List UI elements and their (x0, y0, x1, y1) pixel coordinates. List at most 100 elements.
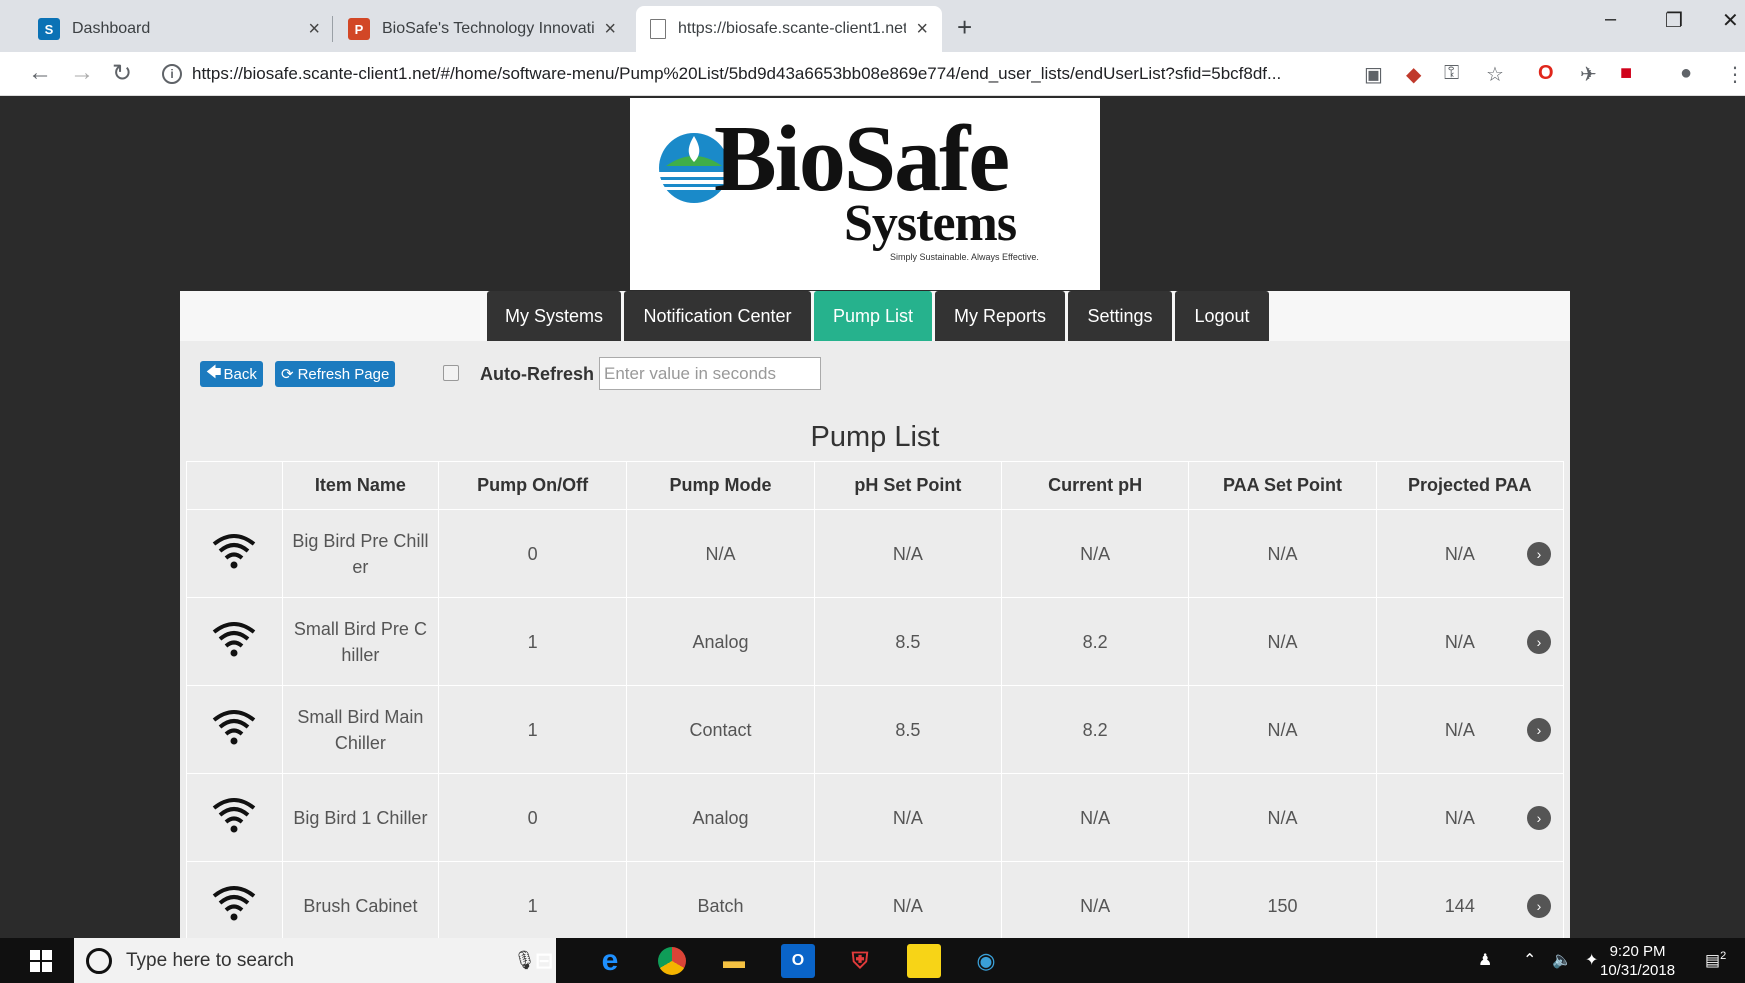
tab-technology-innovation[interactable]: P BioSafe's Technology Innovation × (334, 6, 630, 52)
logo-subtitle: Systems (844, 195, 1017, 252)
table-row[interactable]: Brush Cabinet 1 Batch N/A N/A 150 144 › (186, 861, 1565, 938)
paa-set-point: N/A (1188, 773, 1377, 862)
close-window-icon[interactable]: ✕ (1722, 8, 1739, 33)
lock-extension-icon[interactable]: ■ (1620, 62, 1632, 85)
notification-center-icon[interactable]: ▤2 (1705, 950, 1726, 970)
auto-refresh-seconds-input[interactable] (599, 357, 821, 390)
nav-my-systems[interactable]: My Systems (487, 291, 621, 341)
nav-my-reports[interactable]: My Reports (935, 291, 1065, 341)
dropbox-icon[interactable]: ✦ (1585, 950, 1598, 970)
auto-refresh-checkbox[interactable] (443, 365, 459, 381)
url-text: https://biosafe.scante-client1.net/#/hom… (192, 64, 1282, 83)
menu-icon[interactable]: ⋮ (1725, 62, 1745, 87)
projected-paa: N/A (1444, 719, 1475, 740)
nav-settings[interactable]: Settings (1068, 291, 1172, 341)
volume-icon[interactable]: 🔈 (1552, 950, 1572, 970)
ph-set-point: N/A (813, 861, 1003, 938)
info-icon[interactable]: i (162, 64, 182, 84)
pump-mode: Analog (626, 773, 815, 862)
ph-set-point: N/A (813, 773, 1003, 862)
chevron-right-icon[interactable]: › (1527, 629, 1551, 654)
tab-dashboard[interactable]: S Dashboard × (24, 6, 334, 52)
nav-notification-center[interactable]: Notification Center (624, 291, 811, 341)
col-header-paa-set-point: PAA Set Point (1188, 461, 1377, 510)
logo-wordmark: BioSafe (714, 107, 1010, 211)
security-shield-icon[interactable]: ⛨ (843, 944, 877, 978)
pump-mode: Batch (626, 861, 815, 938)
current-ph: 8.2 (1001, 685, 1190, 774)
address-bar[interactable]: i https://biosafe.scante-client1.net/#/h… (162, 60, 1362, 88)
taskbar-clock[interactable]: 9:20 PM 10/31/2018 (1600, 942, 1675, 980)
back-arrow-icon[interactable]: ← (28, 59, 52, 87)
projected-paa-cell: N/A › (1375, 685, 1565, 774)
projected-paa-cell: N/A › (1375, 773, 1565, 862)
close-tab-icon[interactable]: × (604, 18, 616, 41)
profile-icon[interactable]: ● (1680, 62, 1692, 85)
table-row[interactable]: Big Bird Pre Chiller 0 N/A N/A N/A N/A N… (186, 509, 1565, 598)
chevron-right-icon[interactable]: › (1527, 717, 1551, 742)
reload-icon[interactable]: ↻ (112, 59, 132, 88)
chevron-right-icon[interactable]: › (1527, 541, 1551, 566)
windows-taskbar: Type here to search 🎙 ⊟ e ▬ O ⛨ ◉ ♟ ⌃ 🔈 … (0, 938, 1745, 983)
cast-icon[interactable]: ▣ (1364, 62, 1383, 87)
pump-mode: N/A (626, 509, 815, 598)
nav-logout[interactable]: Logout (1175, 291, 1269, 341)
projected-paa-cell: 144 › (1375, 861, 1565, 938)
logo-tagline: Simply Sustainable. Always Effective. (890, 252, 1039, 262)
task-view-icon[interactable]: ⊟ (527, 944, 561, 978)
pump-on-off: 1 (437, 685, 628, 774)
page-icon (650, 19, 666, 39)
wifi-icon (186, 861, 283, 938)
back-label: Back (223, 365, 257, 383)
chevron-right-icon[interactable]: › (1527, 805, 1551, 830)
tab-biosafe-active[interactable]: https://biosafe.scante-client1.net × (636, 6, 942, 52)
windows-start-icon[interactable] (30, 950, 52, 972)
projected-paa: N/A (1444, 543, 1475, 564)
outlook-icon[interactable]: O (781, 944, 815, 978)
edge-icon[interactable]: e (593, 944, 627, 978)
clock-time: 9:20 PM (1609, 943, 1666, 960)
pump-on-off: 0 (437, 509, 628, 598)
nav-pump-list[interactable]: Pump List (814, 291, 932, 341)
opera-icon[interactable]: O (1538, 62, 1554, 85)
extension-icon[interactable]: ◆ (1406, 62, 1421, 87)
col-header-ph-set-point: pH Set Point (813, 461, 1003, 510)
close-tab-icon[interactable]: × (308, 18, 320, 41)
table-row[interactable]: Small Bird Pre Chiller 1 Analog 8.5 8.2 … (186, 597, 1565, 686)
ph-set-point: N/A (813, 509, 1003, 598)
refresh-label: Refresh Page (297, 365, 390, 383)
pump-list-table: Item Name Pump On/Off Pump Mode pH Set P… (186, 461, 1565, 938)
content-panel: My Systems Notification Center Pump List… (180, 291, 1570, 938)
table-header-row: Item Name Pump On/Off Pump Mode pH Set P… (186, 461, 1565, 510)
paa-set-point: N/A (1188, 597, 1377, 686)
tab-title: https://biosafe.scante-client1.net (678, 20, 907, 37)
back-button[interactable]: 🡄 Back (200, 361, 263, 387)
taskbar-search-box[interactable]: Type here to search 🎙 (74, 938, 556, 983)
page-title: Pump List (810, 421, 940, 453)
globe-app-icon[interactable]: ◉ (969, 944, 1003, 978)
file-explorer-icon[interactable]: ▬ (717, 944, 751, 978)
close-tab-icon[interactable]: × (916, 18, 928, 41)
col-header-projected-paa: Projected PAA (1375, 461, 1565, 510)
people-icon[interactable]: ♟ (1478, 950, 1492, 970)
minimize-icon[interactable]: – (1605, 8, 1616, 31)
wifi-icon (186, 773, 283, 862)
table-row[interactable]: Big Bird 1 Chiller 0 Analog N/A N/A N/A … (186, 773, 1565, 862)
key-icon[interactable]: ⚿ (1444, 62, 1459, 85)
table-row[interactable]: Small Bird Main Chiller 1 Contact 8.5 8.… (186, 685, 1565, 774)
item-name: Small Bird Pre Chiller (281, 597, 439, 686)
arrow-left-icon: 🡄 (206, 363, 222, 381)
bookmark-star-icon[interactable]: ☆ (1486, 62, 1504, 87)
refresh-page-button[interactable]: ⟳ Refresh Page (275, 361, 396, 387)
forward-arrow-icon[interactable]: → (70, 59, 94, 87)
col-header-current-ph: Current pH (1001, 461, 1190, 510)
restore-icon[interactable]: ❐ (1665, 8, 1683, 33)
sticky-notes-icon[interactable] (907, 944, 941, 978)
chevron-right-icon[interactable]: › (1527, 893, 1551, 918)
projected-paa-cell: N/A › (1375, 509, 1565, 598)
chrome-icon[interactable] (655, 944, 689, 978)
new-tab-button[interactable]: + (957, 12, 972, 43)
extension-badge-icon[interactable]: ✈ (1580, 62, 1597, 87)
paa-set-point: 150 (1188, 861, 1377, 938)
chevron-up-icon[interactable]: ⌃ (1523, 950, 1536, 970)
